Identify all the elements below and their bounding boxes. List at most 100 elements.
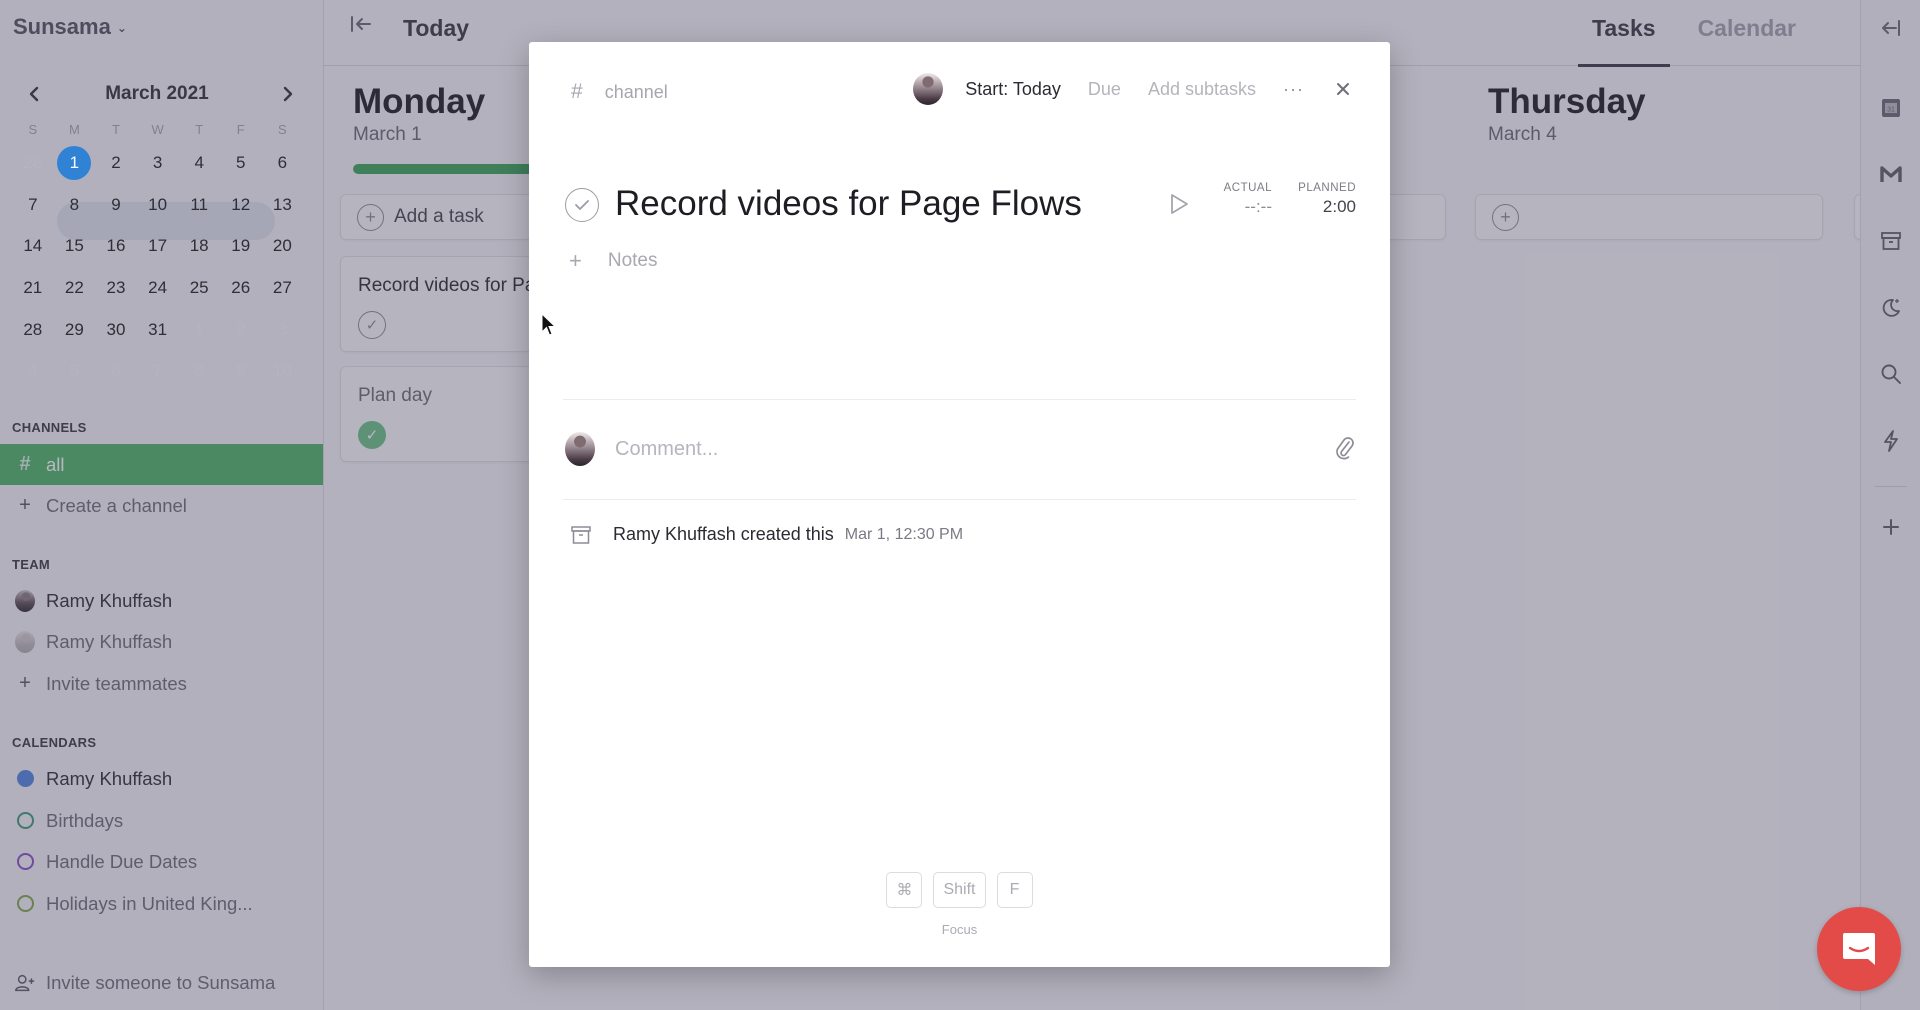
activity-timestamp: Mar 1, 12:30 PM bbox=[844, 525, 964, 543]
calendar-day[interactable]: 1 bbox=[178, 309, 220, 351]
day-number: 6 bbox=[277, 153, 288, 172]
calendar-day[interactable]: 23 bbox=[95, 267, 137, 309]
day-number: 29 bbox=[64, 319, 84, 339]
avatar bbox=[565, 432, 595, 466]
paperclip-icon bbox=[1336, 437, 1354, 460]
calendar-day[interactable]: 13 bbox=[262, 184, 304, 226]
day-number: 13 bbox=[272, 194, 292, 214]
day-number: 11 bbox=[190, 194, 208, 214]
calendar-day[interactable]: 15 bbox=[54, 225, 96, 267]
calendar-day[interactable]: 20 bbox=[262, 225, 304, 267]
day-number: 4 bbox=[194, 153, 204, 172]
actual-time[interactable]: ACTUAL --:-- bbox=[1224, 182, 1272, 217]
start-timer-button[interactable] bbox=[1168, 192, 1192, 218]
calendar-day[interactable]: 21 bbox=[12, 267, 54, 309]
day-number: 19 bbox=[231, 236, 251, 256]
calendar-day[interactable]: 31 bbox=[137, 309, 179, 351]
day-number: 26 bbox=[231, 278, 251, 298]
day-number: 21 bbox=[23, 278, 43, 298]
key-f: F bbox=[996, 872, 1033, 908]
calendar-day[interactable]: 9 bbox=[95, 184, 137, 226]
check-icon bbox=[575, 200, 589, 210]
day-number: 15 bbox=[64, 236, 84, 256]
calendar-day[interactable]: 29 bbox=[54, 309, 96, 351]
notes-placeholder: Notes bbox=[607, 250, 658, 271]
add-subtasks-button[interactable]: Add subtasks bbox=[1148, 79, 1256, 100]
task-title[interactable]: Record videos for Page Flows bbox=[615, 184, 1082, 224]
calendar-day[interactable]: 9 bbox=[220, 350, 262, 392]
calendar-day[interactable]: 4 bbox=[178, 142, 220, 184]
calendar-day[interactable]: 14 bbox=[12, 225, 54, 267]
channel-placeholder: channel bbox=[604, 81, 668, 102]
comment-row bbox=[565, 430, 1356, 470]
day-number: 28 bbox=[23, 153, 43, 172]
day-number: 4 bbox=[28, 361, 38, 381]
calendar-day[interactable]: 28 bbox=[12, 142, 54, 184]
planned-time[interactable]: PLANNED 2:00 bbox=[1298, 182, 1356, 217]
actual-time-label: ACTUAL bbox=[1223, 182, 1272, 194]
close-icon[interactable] bbox=[1336, 76, 1350, 102]
calendar-day[interactable]: 16 bbox=[95, 225, 137, 267]
day-number: 22 bbox=[64, 278, 84, 298]
calendar-day[interactable]: 5 bbox=[54, 350, 96, 392]
attach-file-button[interactable] bbox=[1334, 435, 1356, 461]
day-number: 8 bbox=[69, 194, 80, 214]
more-options-icon[interactable]: ··· bbox=[1283, 79, 1304, 100]
complete-checkbox[interactable] bbox=[565, 188, 599, 222]
calendar-day[interactable]: 7 bbox=[12, 184, 54, 226]
calendar-day[interactable]: 5 bbox=[220, 142, 262, 184]
day-number: 28 bbox=[23, 319, 43, 339]
day-number: 7 bbox=[152, 361, 163, 381]
divider bbox=[563, 499, 1356, 500]
archive-icon bbox=[571, 525, 591, 544]
calendar-day[interactable]: 6 bbox=[95, 350, 137, 392]
day-number: 9 bbox=[236, 361, 246, 381]
calendar-day[interactable]: 10 bbox=[262, 350, 304, 392]
calendar-day[interactable]: 11 bbox=[178, 184, 220, 226]
day-number: 2 bbox=[236, 319, 246, 339]
start-date-button[interactable]: Start: Today bbox=[965, 79, 1061, 100]
calendar-day[interactable]: 2 bbox=[220, 309, 262, 351]
notes-field[interactable]: + Notes bbox=[569, 248, 658, 274]
calendar-day[interactable]: 8 bbox=[54, 184, 96, 226]
calendar-day[interactable]: 8 bbox=[178, 350, 220, 392]
comment-input[interactable] bbox=[615, 434, 1295, 464]
calendar-day[interactable]: 19 bbox=[220, 225, 262, 267]
assignee-avatar[interactable] bbox=[913, 73, 944, 105]
calendar-day[interactable]: 25 bbox=[178, 267, 220, 309]
day-number: 23 bbox=[106, 278, 126, 298]
calendar-day[interactable]: 12 bbox=[220, 184, 262, 226]
calendar-day[interactable]: 7 bbox=[137, 350, 179, 392]
support-chat-button[interactable] bbox=[1817, 907, 1901, 991]
day-number: 3 bbox=[152, 153, 163, 172]
calendar-day[interactable]: 18 bbox=[178, 225, 220, 267]
calendar-day[interactable]: 6 bbox=[262, 142, 304, 184]
calendar-day[interactable]: 2 bbox=[95, 142, 137, 184]
calendar-day[interactable]: 26 bbox=[220, 267, 262, 309]
calendar-day[interactable]: 22 bbox=[54, 267, 96, 309]
planned-time-value: 2:00 bbox=[1322, 197, 1356, 216]
calendar-day[interactable]: 24 bbox=[137, 267, 179, 309]
day-number: 8 bbox=[194, 361, 204, 381]
day-number: 9 bbox=[111, 194, 121, 214]
calendar-day[interactable]: 3 bbox=[262, 309, 304, 351]
day-number: 10 bbox=[272, 361, 292, 381]
focus-shortcut: ⌘ Shift F bbox=[529, 872, 1390, 908]
day-number: 20 bbox=[272, 236, 292, 256]
channel-selector[interactable]: # channel bbox=[571, 80, 668, 104]
day-number: 2 bbox=[111, 153, 121, 172]
calendar-day[interactable]: 3 bbox=[137, 142, 179, 184]
calendar-day[interactable]: 17 bbox=[137, 225, 179, 267]
calendar-day[interactable]: 30 bbox=[95, 309, 137, 351]
due-date-button[interactable]: Due bbox=[1088, 79, 1121, 100]
calendar-day-today[interactable]: 1 bbox=[54, 142, 96, 184]
focus-label[interactable]: Focus bbox=[529, 922, 1390, 937]
actual-time-value: --:-- bbox=[1244, 197, 1272, 216]
day-number: 10 bbox=[148, 194, 168, 214]
calendar-day[interactable]: 10 bbox=[137, 184, 179, 226]
calendar-day[interactable]: 4 bbox=[12, 350, 54, 392]
calendar-day[interactable]: 27 bbox=[262, 267, 304, 309]
calendar-day[interactable]: 28 bbox=[12, 309, 54, 351]
day-number: 31 bbox=[148, 319, 168, 339]
key-cmd: ⌘ bbox=[886, 872, 923, 908]
